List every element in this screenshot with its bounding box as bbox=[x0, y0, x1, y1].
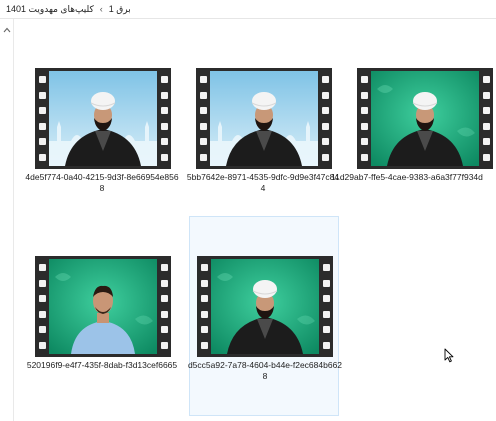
video-frame bbox=[371, 71, 479, 166]
mouse-cursor-icon bbox=[444, 348, 454, 363]
breadcrumb-subfolder[interactable]: برق 1 bbox=[109, 4, 131, 15]
video-frame bbox=[210, 71, 318, 166]
film-perforation bbox=[319, 256, 333, 357]
file-tile[interactable]: 520196f9-e4f7-435f-8dab-f3d13cef6665 bbox=[17, 256, 177, 406]
film-perforation bbox=[357, 68, 371, 169]
video-scene bbox=[211, 259, 319, 354]
video-scene bbox=[210, 71, 318, 166]
breadcrumb-folder[interactable]: کلیپ‌های مهدویت 1401 bbox=[6, 4, 94, 15]
file-tile[interactable]: 4de5f774-0a40-4215-9d3f-8e66954e856 8 bbox=[17, 68, 179, 218]
video-frame bbox=[49, 71, 157, 166]
video-thumbnail bbox=[357, 68, 493, 169]
file-name: 5bb7642e-8971-4535-9dfc-9d9e3f47c84 4 bbox=[168, 172, 358, 194]
video-scene bbox=[371, 71, 479, 166]
file-tile[interactable]: 5bb7642e-8971-4535-9dfc-9d9e3f47c84 4 bbox=[178, 68, 339, 218]
film-perforation bbox=[479, 68, 493, 169]
film-perforation bbox=[35, 68, 49, 169]
file-name-line: 4 bbox=[260, 183, 266, 193]
file-name: d5cc5a92-7a78-4604-b44e-f2ec684b662 8 bbox=[170, 360, 360, 382]
file-name-line: d5cc5a92-7a78-4604-b44e-f2ec684b662 bbox=[187, 360, 343, 370]
video-thumbnail bbox=[35, 256, 171, 357]
video-scene bbox=[49, 71, 157, 166]
film-perforation bbox=[196, 68, 210, 169]
film-perforation bbox=[35, 256, 49, 357]
file-tile-selected[interactable]: d5cc5a92-7a78-4604-b44e-f2ec684b662 8 bbox=[188, 216, 342, 416]
file-tile[interactable]: 11d29ab7-ffe5-4cae-9383-a6a3f77f934d bbox=[331, 68, 493, 218]
breadcrumb-separator-icon: ‹ bbox=[99, 4, 103, 14]
video-frame bbox=[211, 259, 319, 354]
file-name-line: 11d29ab7-ffe5-4cae-9383-a6a3f77f934d bbox=[331, 172, 483, 182]
film-perforation bbox=[157, 256, 171, 357]
film-perforation bbox=[157, 68, 171, 169]
file-explorer-window: کلیپ‌های مهدویت 1401 ‹ برق 1 4de5f774-0a… bbox=[0, 0, 496, 421]
file-name: 11d29ab7-ffe5-4cae-9383-a6a3f77f934d bbox=[331, 172, 496, 183]
chevron-up-icon[interactable] bbox=[3, 26, 11, 34]
video-thumbnail bbox=[35, 68, 171, 169]
film-perforation bbox=[318, 68, 332, 169]
file-name-line: 8 bbox=[262, 371, 268, 381]
file-name-line: 5bb7642e-8971-4535-9dfc-9d9e3f47c84 bbox=[186, 172, 340, 182]
film-perforation bbox=[197, 256, 211, 357]
navigation-pane-edge bbox=[0, 19, 14, 421]
video-frame bbox=[49, 259, 157, 354]
file-grid: 4de5f774-0a40-4215-9d3f-8e66954e856 8 5b… bbox=[15, 20, 496, 421]
video-scene bbox=[49, 259, 157, 354]
video-thumbnail bbox=[197, 256, 333, 357]
address-bar[interactable]: کلیپ‌های مهدویت 1401 ‹ برق 1 bbox=[0, 0, 496, 19]
video-thumbnail bbox=[196, 68, 332, 169]
